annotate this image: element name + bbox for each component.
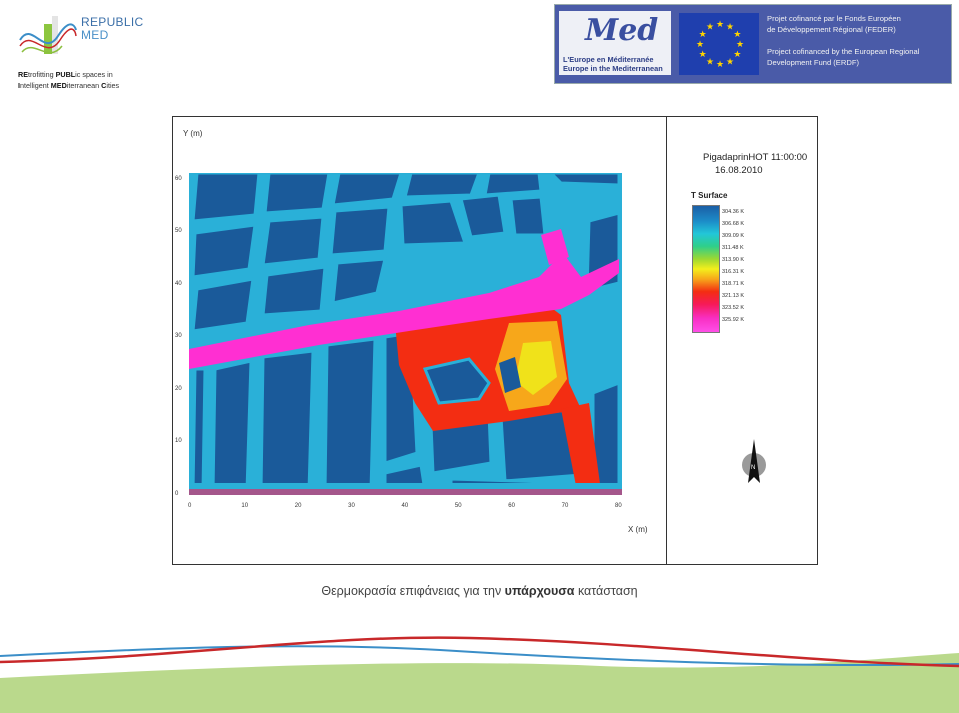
y-tick-label: 0 [175,491,179,497]
y-tick-label: 40 [175,280,182,287]
legend-label: 323.52 K [722,305,745,311]
legend-title: T Surface [691,191,728,200]
decorative-waves [0,636,959,713]
building-roof [191,173,261,223]
legend-label: 321.13 K [722,293,745,299]
building-roof [191,223,257,279]
med-subtitle-en: Europe in the Mediterranean [563,64,663,73]
y-tick-label: 20 [175,385,182,392]
x-tick-label: 60 [508,503,515,509]
legend-label: 306.68 K [722,221,745,227]
temperature-map [189,173,622,495]
building-roof [329,205,391,257]
building-roof [323,337,377,493]
banner-text-fr-1: Projet cofinancé par le Fonds Européen [767,14,901,23]
y-tick-label: 50 [175,228,182,235]
building-roof [331,173,403,207]
eu-star-icon: ★ [699,49,707,59]
eu-star-icon: ★ [726,56,734,66]
x-tick-label: 20 [294,503,302,509]
republic-med-logo: REPUBLIC MED REtrofitting PUBLic spaces … [12,6,162,92]
logo-tagline-line1: REtrofitting PUBLic spaces in [18,70,113,79]
figure-caption: Θερμοκρασία επιφάνειας για την υπάρχουσα… [321,584,638,598]
building-roof [191,277,255,333]
banner-text-en-2: Development Fund (ERDF) [767,58,860,67]
logo-name-line1: REPUBLIC [81,15,144,29]
eu-star-icon: ★ [733,49,741,59]
building-roof [263,173,331,215]
y-tick-label: 30 [175,333,182,340]
x-axis-label: X (m) [628,525,648,534]
legend-label: 311.48 K [722,245,744,251]
x-tick-label: 80 [615,503,622,509]
y-tick-label: 10 [175,438,182,445]
building-roof [261,265,327,317]
simulation-date: 16.08.2010 [715,165,763,176]
building-roof [191,367,207,493]
legend-color-bar [692,205,720,333]
eu-star-icon: ★ [733,29,741,39]
building-roof [548,173,621,187]
x-tick-label: 50 [454,503,462,509]
building-roof [259,349,315,493]
building-roof [483,173,543,197]
legend-label: 318.71 K [722,281,745,287]
legend-label: 309.09 K [722,233,745,239]
banner-text-en-1: Project cofinanced by the European Regio… [767,47,920,56]
eu-star-icon: ★ [716,59,724,69]
building-roof [403,173,481,199]
eu-star-icon: ★ [706,22,714,32]
building-roof [211,359,253,493]
bottom-edge [189,489,622,495]
eu-star-icon: ★ [706,56,714,66]
logo-name-line2: MED [81,28,109,42]
building-roof [509,195,547,237]
eu-star-icon: ★ [696,39,704,49]
legend-label: 316.31 K [722,269,745,275]
x-tick-label: 30 [348,503,355,509]
med-word: Med [585,13,659,48]
y-axis-label: Y (m) [183,129,203,138]
eu-flag-icon: ★ ★ ★ ★ ★ ★ ★ ★ ★ ★ ★ ★ [679,13,759,75]
simulation-title: PigadaprinHOT 11:00:00 16.08.2010 [703,151,807,177]
figure-divider [666,117,667,564]
med-programme-logo: Med L'Europe en Méditerranée Europe in t… [559,11,671,75]
banner-text-fr-2: de Développement Régional (FEDER) [767,25,896,34]
med-subtitle-fr: L'Europe en Méditerranée [563,55,654,64]
x-tick-label: 70 [561,503,569,509]
simulation-name: PigadaprinHOT 11:00:00 [703,152,808,163]
x-tick-label: 40 [401,503,409,509]
legend-label: 313.90 K [722,257,745,263]
x-tick-label: 10 [241,503,249,509]
svg-text:N: N [751,465,755,471]
logo-tagline-line2: Intelligent MEDiterranean Cities [18,81,120,90]
eu-star-icon: ★ [736,39,744,49]
eu-star-icon: ★ [716,19,724,29]
y-tick-label: 60 [175,175,182,182]
surface-temperature-figure: Y (m) X (m) PigadaprinHOT 11:00:00 16.08… [172,116,818,565]
legend-label: 304.36 K [722,209,745,215]
legend-label: 325.92 K [722,317,745,323]
building-roof [261,215,325,267]
x-tick-label: 0 [188,503,192,509]
eu-funding-banner: Med L'Europe en Méditerranée Europe in t… [554,4,952,84]
logo-emblem-icon [19,16,77,54]
north-arrow-icon: N [742,439,766,483]
